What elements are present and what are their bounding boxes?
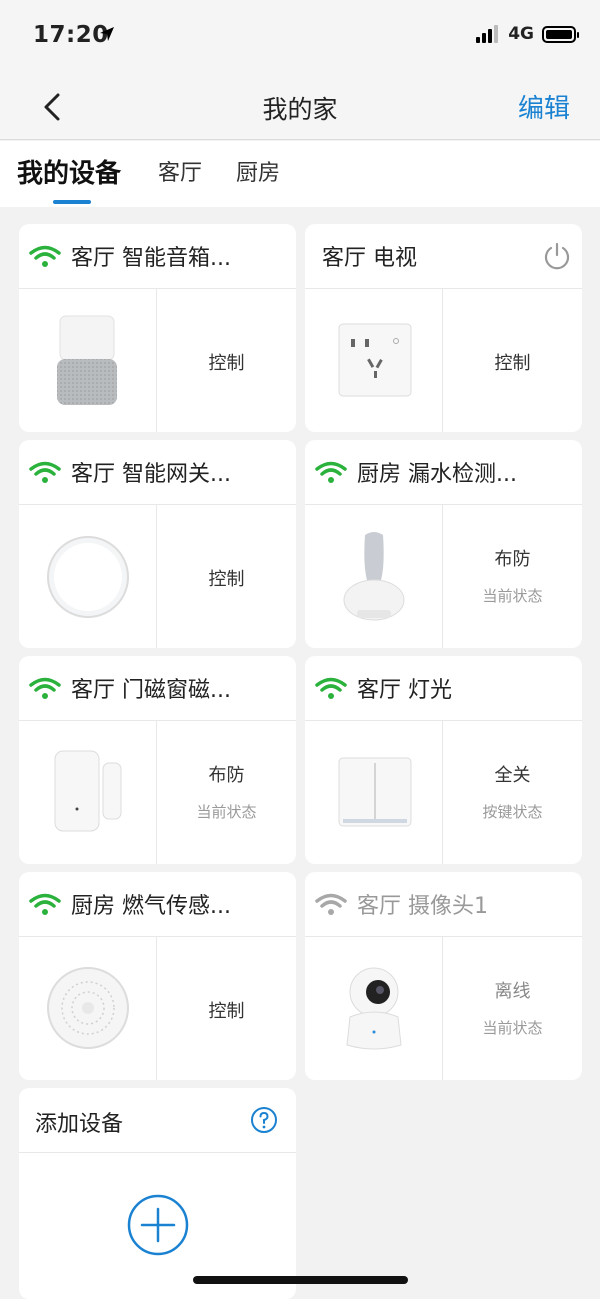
tab-living-room[interactable]: 客厅	[158, 155, 202, 187]
device-control[interactable]: 全关 按键状态	[443, 721, 582, 864]
device-image	[19, 721, 157, 864]
cellular-signal-icon	[476, 25, 500, 43]
device-card-header: 厨房 燃气传感...	[19, 872, 296, 937]
device-card-header: 客厅 智能网关...	[19, 440, 296, 505]
device-control-sublabel: 当前状态	[482, 1019, 543, 1037]
device-control-label: 离线	[494, 981, 531, 1002]
device-title: 客厅 智能网关...	[71, 462, 231, 487]
device-control-sublabel: 当前状态	[196, 803, 257, 821]
device-control[interactable]: 控制	[157, 937, 296, 1080]
location-arrow-icon	[100, 27, 114, 41]
wall-socket-icon	[338, 323, 412, 397]
room-tabs: 我的设备 客厅 厨房	[0, 141, 600, 207]
gas-sensor-icon	[47, 967, 129, 1049]
camera-icon	[346, 967, 402, 1050]
device-card-header: 客厅 智能音箱...	[19, 224, 296, 289]
home-indicator[interactable]	[193, 1276, 408, 1284]
device-card-header: 客厅 摄像头1	[305, 872, 582, 937]
battery-icon	[542, 25, 579, 43]
tab-my-devices[interactable]: 我的设备	[17, 153, 121, 190]
status-bar: 17:20 4G	[0, 0, 600, 72]
device-title: 客厅 电视	[322, 246, 417, 271]
add-device-card: 添加设备	[19, 1088, 296, 1299]
device-control-label: 控制	[208, 569, 245, 590]
wifi-online-icon	[29, 461, 61, 483]
device-control[interactable]: 离线 当前状态	[443, 937, 582, 1080]
device-control-label: 控制	[208, 353, 245, 374]
add-device-button[interactable]	[126, 1193, 190, 1257]
help-icon[interactable]	[250, 1106, 278, 1134]
wifi-online-icon	[29, 245, 61, 267]
device-control[interactable]: 布防 当前状态	[443, 505, 582, 648]
device-control[interactable]: 控制	[157, 505, 296, 648]
wifi-online-icon	[315, 461, 347, 483]
wifi-online-icon	[29, 677, 61, 699]
device-title: 客厅 门磁窗磁...	[71, 678, 231, 703]
wifi-online-icon	[29, 893, 61, 915]
power-icon[interactable]	[542, 241, 572, 271]
divider	[19, 1152, 296, 1153]
device-card[interactable]: 厨房 燃气传感... 控制	[19, 872, 296, 1080]
wifi-online-icon	[315, 677, 347, 699]
device-card[interactable]: 客厅 智能音箱... 控制	[19, 224, 296, 432]
door-sensor-icon	[54, 750, 122, 832]
device-title: 客厅 摄像头1	[357, 894, 488, 919]
device-title: 厨房 燃气传感...	[71, 894, 231, 919]
tab-active-indicator	[53, 200, 91, 204]
network-type: 4G	[508, 24, 534, 44]
device-image	[19, 937, 157, 1080]
edit-button[interactable]: 编辑	[518, 88, 570, 125]
device-image	[305, 505, 443, 648]
status-time: 17:20	[33, 22, 109, 48]
device-control-label: 布防	[494, 549, 531, 570]
device-card[interactable]: 客厅 智能网关... 控制	[19, 440, 296, 648]
device-card-header: 客厅 电视	[305, 224, 582, 289]
device-image	[19, 505, 157, 648]
device-control-label: 布防	[208, 765, 245, 786]
device-control[interactable]: 布防 当前状态	[157, 721, 296, 864]
page-title: 我的家	[262, 95, 338, 124]
device-title: 厨房 漏水检测...	[357, 462, 517, 487]
status-indicators: 4G	[476, 24, 579, 44]
device-image	[305, 721, 443, 864]
device-card-header: 客厅 灯光	[305, 656, 582, 721]
device-title: 客厅 智能音箱...	[71, 246, 231, 271]
wifi-offline-icon	[315, 893, 347, 915]
device-card[interactable]: 厨房 漏水检测... 布防 当前状态	[305, 440, 582, 648]
device-control-label: 控制	[494, 353, 531, 374]
device-card[interactable]: 客厅 电视 控制	[305, 224, 582, 432]
device-control-sublabel: 按键状态	[482, 803, 543, 821]
light-switch-icon	[338, 757, 412, 827]
device-image	[19, 289, 157, 432]
gateway-icon	[47, 536, 129, 618]
add-device-title: 添加设备	[35, 1112, 124, 1137]
device-card[interactable]: 客厅 灯光 全关 按键状态	[305, 656, 582, 864]
nav-bar: 我的家 编辑	[0, 72, 600, 140]
device-card-header: 厨房 漏水检测...	[305, 440, 582, 505]
device-control[interactable]: 控制	[157, 289, 296, 432]
tab-kitchen[interactable]: 厨房	[236, 155, 280, 187]
device-control-label: 全关	[494, 765, 531, 786]
device-title: 客厅 灯光	[357, 678, 452, 703]
device-card[interactable]: 客厅 摄像头1 离线 当前状态	[305, 872, 582, 1080]
device-control-sublabel: 当前状态	[482, 587, 543, 605]
device-image	[305, 937, 443, 1080]
smart-speaker-icon	[57, 315, 117, 405]
device-image	[305, 289, 443, 432]
water-leak-sensor-icon	[343, 532, 405, 621]
device-card[interactable]: 客厅 门磁窗磁... 布防 当前状态	[19, 656, 296, 864]
device-card-header: 客厅 门磁窗磁...	[19, 656, 296, 721]
device-control-label: 控制	[208, 1001, 245, 1022]
device-control[interactable]: 控制	[443, 289, 582, 432]
